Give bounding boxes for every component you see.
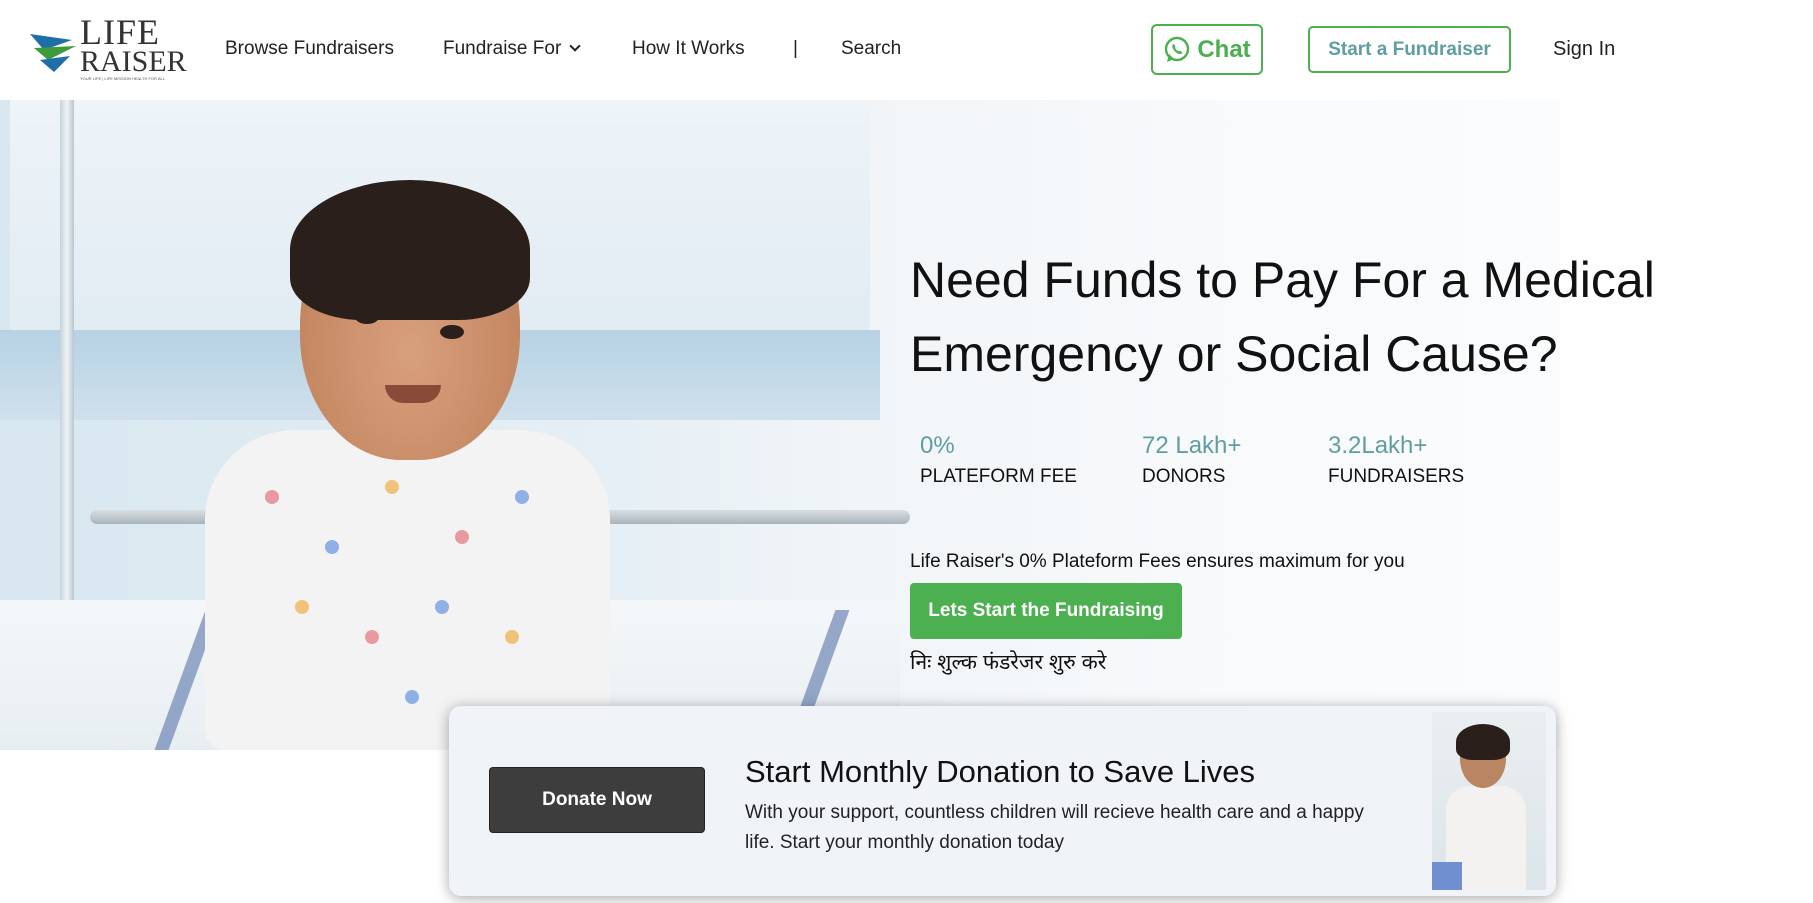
- nav-how-it-works[interactable]: How It Works: [632, 38, 745, 60]
- logo-tagline: YOUR LIFE | LIFE MISSION HEALTH FOR ALL: [80, 76, 165, 81]
- hindi-free-fundraiser-text: निः शुल्क फंडरेजर शुरु करे: [910, 651, 1107, 674]
- stat-label: PLATEFORM FEE: [920, 466, 1077, 487]
- platform-fees-text: Life Raiser's 0% Plateform Fees ensures …: [910, 551, 1405, 572]
- stat-platform-fee: 0% PLATEFORM FEE: [920, 432, 1077, 488]
- stat-value: 72 Lakh+: [1142, 432, 1242, 459]
- gown-dot: [295, 600, 309, 614]
- hero-section: [0, 100, 1560, 750]
- nav-fundraise-for-label: Fundraise For: [443, 38, 562, 59]
- nav-search[interactable]: Search: [841, 38, 901, 60]
- logo-raiser-text: RAISER: [80, 45, 187, 79]
- top-navbar: LIFE RAISER YOUR LIFE | LIFE MISSION HEA…: [0, 0, 1813, 100]
- monthly-donation-card: Donate Now Start Monthly Donation to Sav…: [449, 706, 1556, 896]
- hero-photo-child-eye: [355, 310, 379, 324]
- donation-card-description: With your support, countless children wi…: [745, 802, 1364, 853]
- whatsapp-icon: [1165, 36, 1190, 62]
- logo-life-text: LIFE: [80, 12, 160, 52]
- hero-title-line2: Emergency or Social Cause?: [910, 326, 1558, 382]
- chat-label: Chat: [1197, 35, 1251, 63]
- hero-title-line1: Need Funds to Pay For a Medical: [910, 252, 1655, 308]
- chevron-down-icon: [569, 40, 581, 52]
- logo-wordmark: LIFE RAISER: [80, 12, 187, 79]
- logo-wings-icon: [30, 34, 76, 72]
- stat-value: 0%: [920, 432, 955, 459]
- stat-fundraisers: 3.2Lakh+ FUNDRAISERS: [1328, 432, 1464, 488]
- donation-card-title: Start Monthly Donation to Save Lives: [745, 754, 1256, 789]
- stat-label: FUNDRAISERS: [1328, 466, 1465, 487]
- gown-dot: [435, 600, 449, 614]
- hero-photo-iv-pole: [60, 100, 74, 620]
- gown-dot: [505, 630, 519, 644]
- gown-dot: [405, 690, 419, 704]
- start-fundraiser-button[interactable]: Start a Fundraiser: [1308, 26, 1511, 73]
- nav-browse-fundraisers[interactable]: Browse Fundraisers: [225, 38, 394, 60]
- hero-photo-child-gown: [205, 430, 610, 750]
- sign-in-link[interactable]: Sign In: [1553, 38, 1615, 61]
- gown-dot: [365, 630, 379, 644]
- gown-dot: [515, 490, 529, 504]
- stat-value: 3.2Lakh+: [1328, 432, 1428, 459]
- stat-label: DONORS: [1142, 466, 1226, 487]
- whatsapp-chat-button[interactable]: Chat: [1151, 24, 1263, 75]
- gown-dot: [325, 540, 339, 554]
- life-raiser-logo[interactable]: LIFE RAISER YOUR LIFE | LIFE MISSION HEA…: [30, 14, 187, 82]
- hero-title: Need Funds to Pay For a Medical Emergenc…: [910, 243, 1710, 391]
- nav-fundraise-for[interactable]: Fundraise For: [443, 38, 581, 60]
- photo-blue-cloth: [1432, 862, 1462, 890]
- gown-dot: [265, 490, 279, 504]
- start-fundraising-button[interactable]: Lets Start the Fundraising: [910, 583, 1182, 639]
- hero-photo-child-hair: [290, 180, 530, 320]
- photo-child-hair: [1456, 724, 1510, 760]
- donation-card-child-photo: [1432, 712, 1546, 890]
- gown-dot: [385, 480, 399, 494]
- gown-dot: [455, 530, 469, 544]
- donate-now-button[interactable]: Donate Now: [489, 767, 705, 833]
- hero-photo-child-eye: [440, 325, 464, 339]
- stat-donors: 72 Lakh+ DONORS: [1142, 432, 1241, 488]
- nav-divider: |: [793, 38, 798, 59]
